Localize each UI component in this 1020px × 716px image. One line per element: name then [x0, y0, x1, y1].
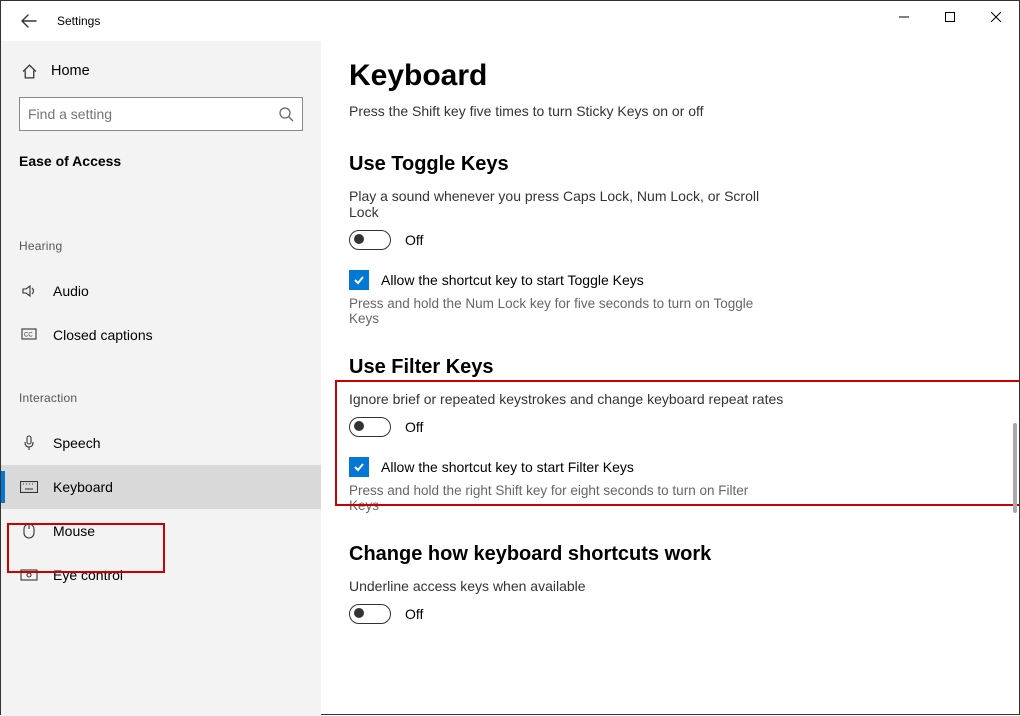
filter-keys-desc: Ignore brief or repeated keystrokes and … — [349, 391, 789, 407]
sidebar-item-closed-captions[interactable]: CC Closed captions — [1, 313, 321, 357]
sidebar-item-keyboard[interactable]: Keyboard — [1, 465, 321, 509]
shortcuts-state: Off — [405, 606, 423, 622]
nav-label: Audio — [53, 283, 89, 299]
search-box[interactable] — [19, 97, 303, 131]
filter-keys-check-label: Allow the shortcut key to start Filter K… — [381, 459, 634, 475]
search-icon — [278, 106, 294, 122]
toggle-keys-state: Off — [405, 232, 423, 248]
filter-keys-title: Use Filter Keys — [349, 356, 979, 379]
nav-label: Eye control — [53, 567, 123, 583]
microphone-icon — [19, 435, 39, 451]
sidebar-item-eye-control[interactable]: Eye control — [1, 553, 321, 597]
maximize-button[interactable] — [927, 1, 973, 33]
filter-keys-switch[interactable] — [349, 417, 391, 437]
close-button[interactable] — [973, 1, 1019, 33]
speaker-icon — [19, 283, 39, 299]
sidebar: Home Ease of Access Hearing Audio CC Clo… — [1, 41, 321, 716]
check-icon — [352, 460, 366, 474]
search-input[interactable] — [28, 106, 278, 122]
main-content: Keyboard Press the Shift key five times … — [321, 41, 1019, 716]
toggle-keys-check-label: Allow the shortcut key to start Toggle K… — [381, 272, 644, 288]
check-icon — [352, 273, 366, 287]
page-title: Keyboard — [349, 59, 979, 93]
group-hearing: Hearing — [19, 239, 303, 253]
mouse-icon — [19, 523, 39, 539]
shortcuts-title: Change how keyboard shortcuts work — [349, 543, 979, 566]
toggle-keys-title: Use Toggle Keys — [349, 153, 979, 176]
shortcuts-switch[interactable] — [349, 604, 391, 624]
home-icon — [19, 63, 39, 80]
sidebar-item-audio[interactable]: Audio — [1, 269, 321, 313]
home-label: Home — [51, 63, 90, 79]
sticky-keys-desc: Press the Shift key five times to turn S… — [349, 103, 979, 119]
sidebar-item-speech[interactable]: Speech — [1, 421, 321, 465]
window-title: Settings — [57, 14, 100, 28]
toggle-keys-switch[interactable] — [349, 230, 391, 250]
filter-keys-shortcut-check[interactable] — [349, 457, 369, 477]
window-controls — [881, 1, 1019, 33]
filter-keys-state: Off — [405, 419, 423, 435]
keyboard-icon — [19, 481, 39, 493]
shortcuts-desc: Underline access keys when available — [349, 578, 789, 594]
cc-icon: CC — [19, 328, 39, 342]
svg-text:CC: CC — [24, 333, 33, 339]
titlebar: Settings — [1, 1, 1019, 41]
minimize-button[interactable] — [881, 1, 927, 33]
toggle-keys-shortcut-check[interactable] — [349, 270, 369, 290]
sidebar-item-mouse[interactable]: Mouse — [1, 509, 321, 553]
back-button[interactable] — [15, 7, 43, 35]
eye-icon — [19, 568, 39, 582]
arrow-left-icon — [21, 13, 37, 29]
nav-label: Speech — [53, 435, 100, 451]
nav-label: Closed captions — [53, 327, 153, 343]
nav-label: Keyboard — [53, 479, 113, 495]
toggle-keys-check-desc: Press and hold the Num Lock key for five… — [349, 296, 779, 326]
group-interaction: Interaction — [19, 391, 303, 405]
home-nav[interactable]: Home — [19, 51, 303, 91]
nav-label: Mouse — [53, 523, 95, 539]
scrollbar-thumb[interactable] — [1013, 423, 1017, 513]
filter-keys-check-desc: Press and hold the right Shift key for e… — [349, 483, 779, 513]
toggle-keys-desc: Play a sound whenever you press Caps Loc… — [349, 188, 789, 220]
category-label: Ease of Access — [19, 153, 303, 169]
